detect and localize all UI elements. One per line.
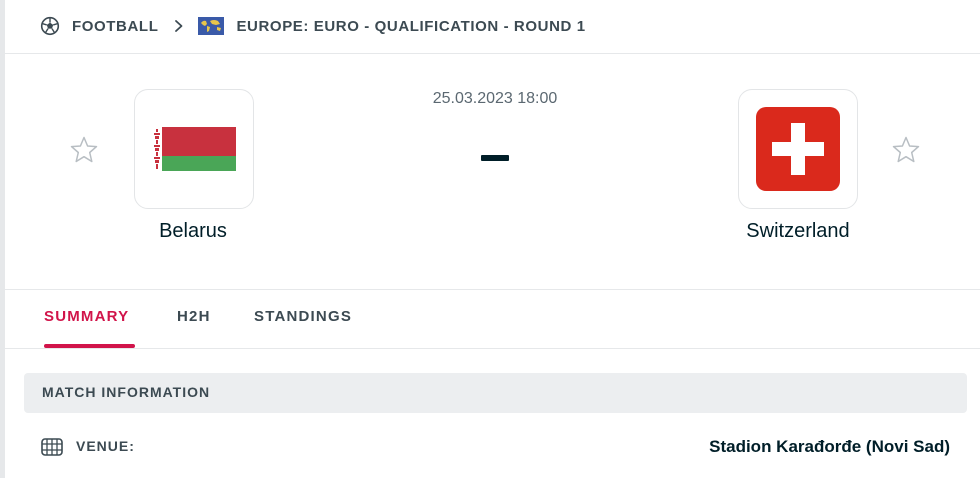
match-information-header: MATCH INFORMATION bbox=[24, 373, 967, 413]
favorite-home-star-icon[interactable] bbox=[69, 135, 99, 165]
left-border bbox=[0, 0, 5, 478]
venue-label: VENUE: bbox=[76, 438, 135, 454]
belarus-flag-icon bbox=[152, 127, 236, 171]
switzerland-flag-icon bbox=[756, 107, 840, 191]
tab-h2h[interactable]: H2H bbox=[177, 308, 211, 325]
home-team-name[interactable]: Belarus bbox=[73, 220, 313, 243]
match-start-time: 25.03.2023 18:00 bbox=[432, 90, 558, 107]
breadcrumb-sport-link[interactable]: FOOTBALL bbox=[72, 18, 158, 35]
tab-summary[interactable]: SUMMARY bbox=[44, 308, 129, 325]
venue-value: Stadion Karađorđe (Novi Sad) bbox=[709, 437, 950, 456]
match-header-divider bbox=[5, 289, 980, 290]
match-score bbox=[481, 155, 509, 161]
away-team-name[interactable]: Switzerland bbox=[678, 220, 918, 243]
football-icon bbox=[40, 16, 60, 36]
breadcrumb-tournament-link[interactable]: EUROPE: EURO - QUALIFICATION - ROUND 1 bbox=[236, 18, 585, 35]
tabs-divider bbox=[5, 348, 980, 349]
away-team-logo[interactable] bbox=[738, 89, 858, 209]
section-title: MATCH INFORMATION bbox=[42, 384, 211, 400]
chevron-right-icon bbox=[174, 19, 184, 33]
header-divider bbox=[5, 53, 980, 54]
home-team-logo[interactable] bbox=[134, 89, 254, 209]
breadcrumb: FOOTBALL EUROPE: EURO - QUALIFICATION - … bbox=[40, 14, 586, 38]
stadium-icon bbox=[40, 437, 64, 457]
tab-standings[interactable]: STANDINGS bbox=[254, 308, 352, 325]
favorite-away-star-icon[interactable] bbox=[891, 135, 921, 165]
world-flag-icon bbox=[198, 17, 225, 35]
